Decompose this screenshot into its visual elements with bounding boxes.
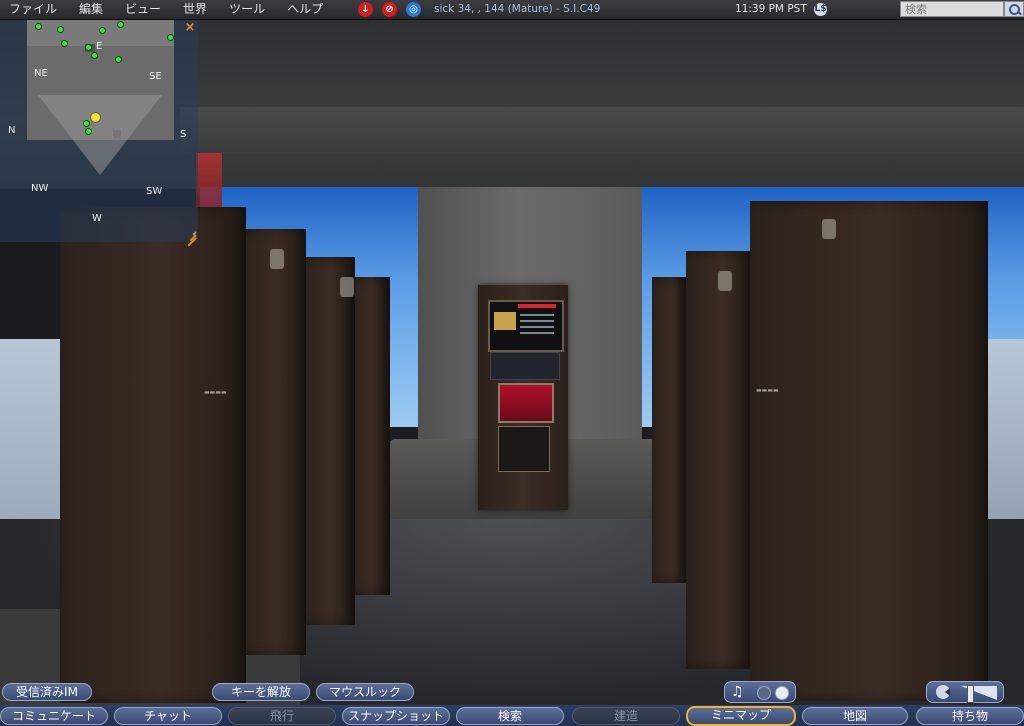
menu-tools[interactable]: ツール: [218, 0, 276, 19]
play-icon[interactable]: [775, 686, 789, 700]
compass-ne: NE: [34, 68, 48, 79]
speaker-icon[interactable]: [936, 685, 950, 699]
world-map-button[interactable]: 地図: [802, 707, 908, 725]
menu-view[interactable]: ビュー: [114, 0, 172, 19]
kiosk-screen-header: [518, 304, 556, 308]
menu-edit[interactable]: 編集: [68, 0, 114, 19]
fly-button[interactable]: 飛行: [228, 707, 336, 725]
menu-file[interactable]: ファイル: [0, 0, 68, 19]
kiosk-text-panel[interactable]: [498, 426, 550, 472]
viewer-window: ファイル 編集 ビュー 世界 ツール ヘルプ ↓ ⊘ ◎ sick 34, , …: [0, 0, 1024, 726]
kiosk-screen-line: [520, 320, 554, 322]
server-cabinet-right-1[interactable]: ▬▬▬▬: [750, 201, 988, 701]
stop-icon[interactable]: [757, 686, 771, 700]
close-icon[interactable]: ×: [184, 21, 196, 34]
kiosk-screen-line: [520, 326, 554, 328]
search-button[interactable]: 検索: [456, 707, 564, 725]
avatar-marker[interactable]: [116, 57, 121, 62]
compass-n: N: [8, 125, 16, 136]
search-input[interactable]: [900, 1, 1004, 17]
down-arrow-icon[interactable]: ↓: [358, 2, 373, 17]
communicate-button[interactable]: コミュニケート: [0, 707, 108, 725]
kiosk-map-panel[interactable]: [490, 352, 560, 380]
release-keys-button[interactable]: キーを解放: [212, 683, 310, 701]
no-fly-icon[interactable]: ⊘: [382, 2, 397, 17]
cabinet-logo-icon: [718, 271, 732, 291]
menu-bar: ファイル 編集 ビュー 世界 ツール ヘルプ ↓ ⊘ ◎ sick 34, , …: [0, 0, 1024, 20]
menu-help[interactable]: ヘルプ: [276, 0, 334, 19]
inventory-button[interactable]: 持ち物: [916, 707, 1024, 725]
cabinet-logo-icon: [270, 249, 284, 269]
cabinet-label: ▬▬▬▬: [204, 389, 227, 396]
kiosk-screen[interactable]: [488, 300, 564, 352]
kiosk-screen-line: [520, 314, 554, 316]
compass-sw: SW: [146, 186, 163, 197]
minimap-button[interactable]: ミニマップ: [686, 706, 796, 726]
media-controls: ♫: [724, 681, 796, 703]
build-button[interactable]: 建造: [572, 707, 680, 725]
kiosk-screen-image: [494, 312, 516, 330]
volume-control: [926, 681, 1004, 703]
cabinet-logo-icon: [340, 277, 354, 297]
kiosk-red-screen[interactable]: [498, 383, 554, 423]
mouselook-button[interactable]: マウスルック: [316, 683, 414, 701]
cabinet-logo-icon: [822, 219, 836, 239]
compass-nw: NW: [31, 183, 49, 194]
self-avatar-marker: [90, 112, 101, 123]
avatar-marker[interactable]: [168, 35, 173, 40]
search-icon[interactable]: [1004, 1, 1024, 17]
server-cabinet-left-2[interactable]: [240, 229, 306, 655]
view-cone: [38, 95, 162, 175]
ceiling-beam: [180, 107, 1024, 153]
minimap[interactable]: E NE SE N S NW SW W ×: [0, 19, 198, 247]
avatar-marker[interactable]: [100, 28, 105, 33]
compass-s: S: [180, 129, 187, 140]
voice-icon[interactable]: ◎: [406, 2, 421, 17]
avatar-marker[interactable]: [86, 129, 91, 134]
location-text[interactable]: sick 34, , 144 (Mature) - S.I.C49: [434, 0, 600, 19]
menu-world[interactable]: 世界: [172, 0, 218, 19]
avatar-marker[interactable]: [36, 24, 41, 29]
avatar-marker[interactable]: [118, 22, 123, 27]
server-cabinet-right-4[interactable]: [652, 277, 688, 583]
server-cabinet-left-3[interactable]: [300, 257, 355, 625]
volume-slider-handle[interactable]: [967, 685, 974, 703]
snapshot-button[interactable]: スナップショット: [342, 707, 450, 725]
avatar-marker[interactable]: [92, 53, 97, 58]
cabinet-label: ▬▬▬▬: [756, 387, 779, 394]
server-cabinet-right-3[interactable]: [686, 251, 752, 669]
avatar-marker[interactable]: [58, 27, 63, 32]
currency-icon[interactable]: L$: [814, 3, 827, 16]
avatar-marker[interactable]: [84, 121, 89, 126]
clock: 11:39 PM PST: [735, 3, 807, 15]
received-im-button[interactable]: 受信済みIM: [2, 683, 92, 701]
compass-w: W: [92, 213, 102, 224]
music-note-icon[interactable]: ♫: [731, 683, 744, 701]
kiosk-screen-line: [520, 332, 554, 334]
server-cabinet-left-1[interactable]: ▬▬▬▬: [60, 207, 246, 703]
avatar-marker[interactable]: [86, 45, 91, 50]
server-cabinet-left-4[interactable]: [350, 277, 390, 595]
chat-button[interactable]: チャット: [114, 707, 222, 725]
avatar-marker[interactable]: [62, 41, 67, 46]
compass-e: E: [96, 41, 103, 52]
resize-handle-icon[interactable]: [186, 229, 197, 247]
compass-se: SE: [149, 71, 162, 82]
